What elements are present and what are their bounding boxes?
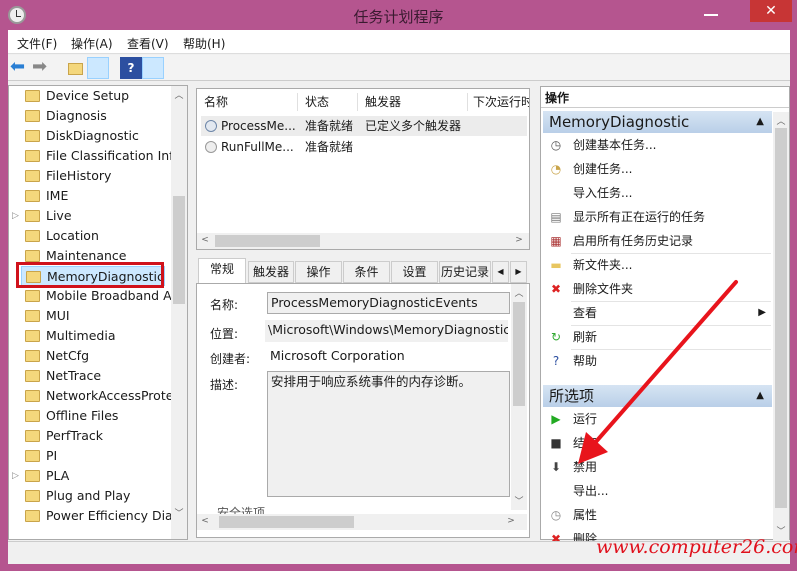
watermark: www.computer26.com xyxy=(596,536,797,558)
selection-highlight-box xyxy=(16,262,164,288)
